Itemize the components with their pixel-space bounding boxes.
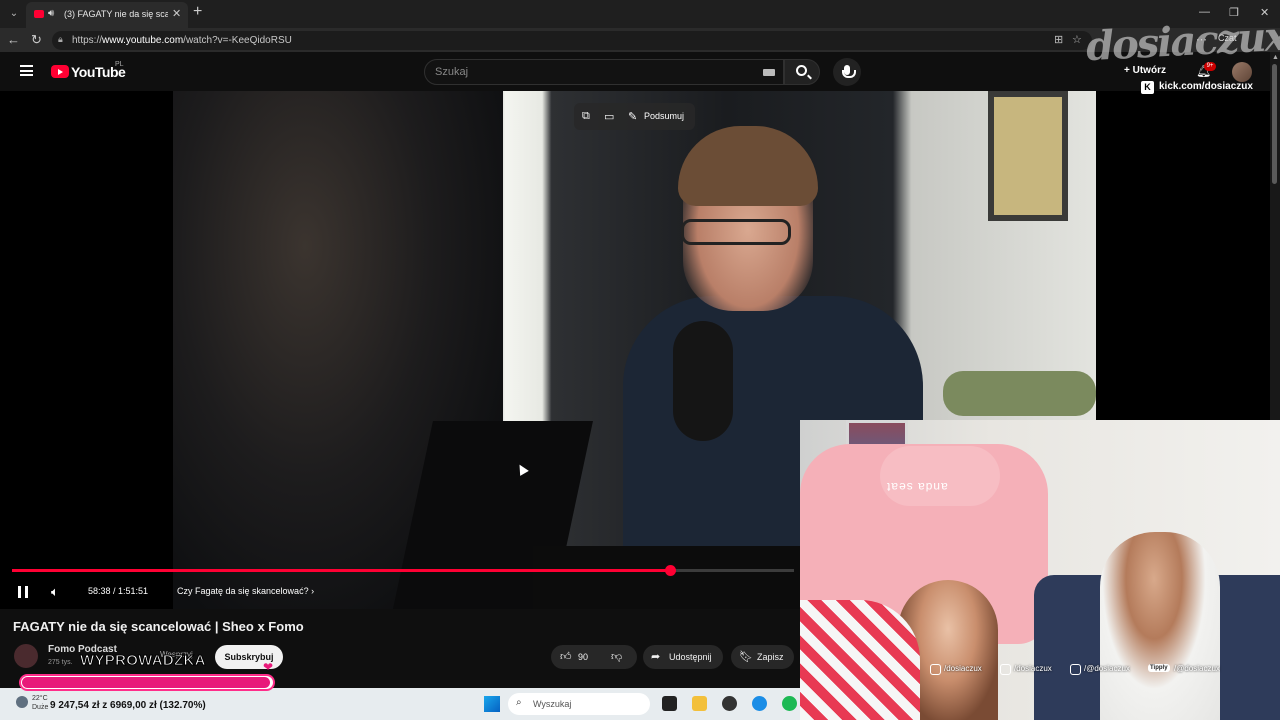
like-thumb-icon[interactable]: 👍︎	[560, 650, 572, 663]
share-label: Udostępnij	[669, 652, 712, 662]
stream-watermark-logo: dosiaczux	[1084, 12, 1280, 71]
video-plant	[943, 371, 1096, 416]
windows-start-icon[interactable]	[484, 696, 500, 712]
taskbar-search-placeholder: Wyszukaj	[533, 699, 572, 709]
voice-search-mic-icon[interactable]	[833, 58, 861, 86]
goal-progress-fill	[22, 677, 270, 688]
pause-icon[interactable]	[18, 586, 28, 598]
file-explorer-icon[interactable]	[692, 696, 707, 711]
bookmark-icon: 🔖︎	[739, 651, 753, 663]
heart-icon: ❤	[263, 660, 274, 674]
kick-channel-link: kick.com/dosiaczux	[1159, 81, 1253, 92]
video-microphone	[673, 321, 733, 441]
windows-taskbar: 22°C Duże 9 247,54 zł z 6969,00 zł (132.7…	[0, 688, 800, 720]
taskbar-search-icon: ⌕	[516, 697, 522, 708]
donation-goal-text: 9 247,54 zł z 6969,00 zł (132.70%)	[50, 700, 206, 711]
tab-title: (3) FAGATY nie da się scancelo	[64, 9, 168, 19]
tipply-badge: Tipply	[1148, 664, 1170, 672]
subscriber-count: 275 tys.	[48, 659, 73, 666]
dislike-thumb-icon[interactable]: 👎︎	[611, 650, 622, 663]
tiktok-icon	[1000, 664, 1011, 675]
webcam-person-right	[1100, 532, 1220, 720]
social-handle-tipply: /@dosiaczux	[1174, 664, 1220, 673]
summarize-icon[interactable]: ✎	[628, 110, 637, 123]
progress-played	[12, 569, 670, 572]
time-display: 58:38 / 1:51:51	[88, 586, 149, 596]
weather-widget[interactable]: 22°C Duże	[32, 694, 48, 712]
video-title: FAGATY nie da się scancelować | Sheo x F…	[13, 619, 304, 634]
reload-icon[interactable]: ↻	[31, 32, 42, 48]
browser-tab-active[interactable]: 🔊︎ (3) FAGATY nie da się scancelo ✕	[26, 2, 188, 28]
keyboard-icon[interactable]	[763, 69, 775, 76]
share-arrow-icon: ➦	[651, 651, 661, 663]
like-count: 90	[578, 652, 589, 662]
chair-brand-text: anda seat	[886, 480, 948, 494]
volume-icon[interactable]: 🔈︎	[51, 584, 59, 600]
back-arrow-icon[interactable]: ←	[7, 32, 20, 47]
youtube-masthead: YouTube PL Szukaj + Utwórz 🔔︎ 9+	[0, 52, 1270, 91]
youtube-small-icon	[1070, 664, 1081, 675]
screen: ⌄ 🔊︎ (3) FAGATY nie da się scancelo ✕ + …	[0, 0, 1280, 720]
streamer-webcam: anda seat /dosiaczux /dosiaczux /@dosiac…	[800, 420, 1280, 720]
apps-icon[interactable]: ⊞	[1054, 33, 1063, 46]
scroll-thumb[interactable]	[1272, 64, 1277, 184]
webcam-candy-pillow	[800, 600, 920, 720]
cast-icon[interactable]: ▭	[604, 110, 614, 123]
edge-browser-icon[interactable]	[752, 696, 767, 711]
channel-avatar[interactable]	[14, 644, 38, 668]
search-icon	[796, 65, 807, 76]
search-placeholder: Szukaj	[435, 66, 469, 78]
search-button[interactable]	[784, 59, 820, 85]
lock-icon: 🔒︎	[58, 34, 63, 44]
video-wall-picture	[988, 91, 1068, 221]
tab-list-chevron-icon[interactable]: ⌄	[6, 6, 22, 22]
progress-scrubber[interactable]	[664, 565, 676, 576]
summarize-button[interactable]: Podsumuj	[644, 111, 684, 121]
new-tab-plus-icon[interactable]: +	[193, 3, 202, 21]
instagram-icon	[930, 664, 941, 675]
speaker-icon[interactable]: 🔊︎	[48, 8, 54, 19]
miniplayer-icon[interactable]: ⧉	[582, 110, 590, 123]
favorite-star-icon[interactable]: ☆	[1072, 33, 1082, 46]
youtube-logo-icon[interactable]	[51, 65, 69, 78]
obs-icon[interactable]	[722, 696, 737, 711]
save-label: Zapisz	[757, 652, 784, 662]
close-tab-icon[interactable]: ✕	[172, 7, 181, 20]
like-dislike-group: 👍︎ 90 👎︎	[551, 645, 637, 669]
progress-bar[interactable]	[12, 565, 794, 576]
video-guest-hair	[678, 126, 818, 206]
country-code: PL	[115, 61, 124, 68]
webcam-chair-headrest	[880, 446, 1000, 506]
taskbar-search[interactable]: ⌕ Wyszukaj	[508, 693, 650, 715]
account-avatar[interactable]	[1232, 62, 1252, 82]
social-handle-youtube: /@dosiaczux	[1084, 664, 1130, 673]
share-button[interactable]: ➦ Udostępnij	[643, 645, 723, 669]
spotify-icon[interactable]	[782, 696, 797, 711]
search-input[interactable]: Szukaj	[424, 59, 784, 85]
video-guest-glasses	[681, 219, 791, 245]
save-button[interactable]: 🔖︎ Zapisz	[731, 645, 794, 669]
player-overlay-actions: ⧉ ▭ ✎ Podsumuj	[574, 103, 695, 130]
social-handle-tiktok: /dosiaczux	[1014, 664, 1052, 673]
menu-hamburger-icon[interactable]	[20, 65, 33, 76]
weather-icon[interactable]	[16, 696, 28, 708]
goal-title: WYPROWADZKA	[80, 652, 206, 670]
task-view-icon[interactable]	[662, 696, 677, 711]
social-handle-instagram: /dosiaczux	[944, 664, 982, 673]
chapter-button[interactable]: Czy Fagatę da się skancelować? ›	[177, 586, 314, 596]
kick-icon: K	[1141, 81, 1154, 94]
goal-progress-bar	[19, 674, 275, 691]
url-text: https://www.youtube.com/watch?v=-KeeQido…	[72, 35, 292, 46]
address-bar[interactable]: 🔒︎ https://www.youtube.com/watch?v=-KeeQ…	[52, 31, 1092, 50]
youtube-favicon-icon	[34, 10, 44, 18]
